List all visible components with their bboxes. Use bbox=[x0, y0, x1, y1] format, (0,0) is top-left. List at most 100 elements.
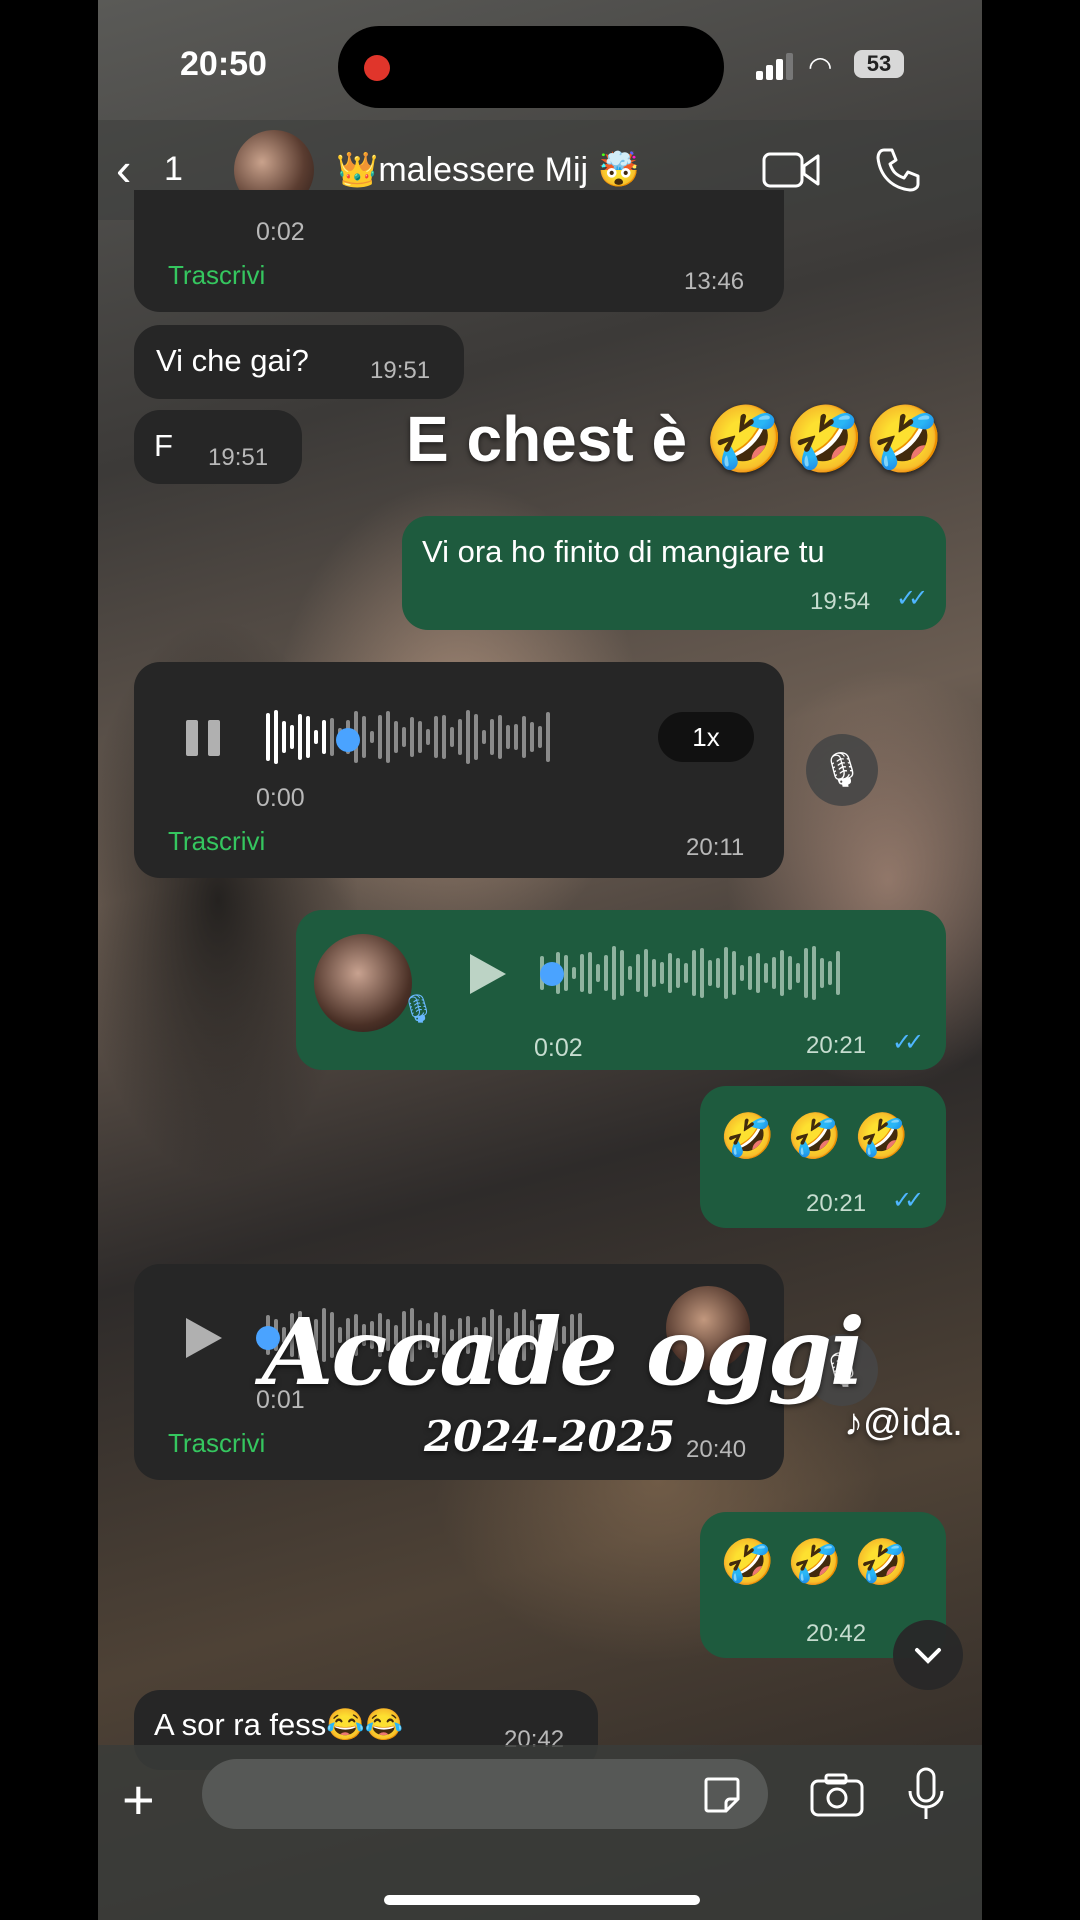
waveform-bar bbox=[530, 721, 534, 753]
waveform-bar bbox=[700, 947, 704, 999]
waveform-bar bbox=[314, 729, 318, 745]
waveform-bar bbox=[628, 966, 632, 980]
back-button[interactable]: ‹ bbox=[116, 142, 131, 196]
waveform-bar bbox=[668, 953, 672, 993]
watermark-handle: @ida. bbox=[863, 1402, 963, 1444]
waveform-bar bbox=[652, 958, 656, 988]
dynamic-island bbox=[338, 26, 724, 108]
message-time: 20:42 bbox=[806, 1620, 867, 1647]
sticker-icon[interactable] bbox=[702, 1775, 742, 1815]
attach-button[interactable]: + bbox=[122, 1767, 155, 1832]
waveform-bar bbox=[426, 729, 430, 745]
home-indicator[interactable] bbox=[384, 1895, 700, 1905]
voice-waveform[interactable] bbox=[540, 946, 844, 1002]
playback-position-handle[interactable] bbox=[336, 728, 360, 752]
recording-indicator-icon bbox=[364, 55, 390, 81]
waveform-bar bbox=[522, 716, 526, 758]
read-receipt-icon: ✓✓ bbox=[892, 1029, 924, 1056]
message-text: F bbox=[154, 428, 173, 463]
waveform-bar bbox=[812, 946, 816, 1000]
video-call-icon[interactable] bbox=[762, 150, 820, 190]
waveform-bar bbox=[290, 725, 294, 749]
mic-icon: 🎙 bbox=[400, 993, 436, 1024]
message-time: 20:21 bbox=[806, 1032, 867, 1059]
playback-position-handle[interactable] bbox=[540, 962, 564, 986]
message-input[interactable] bbox=[202, 1759, 768, 1829]
waveform-bar bbox=[330, 717, 334, 757]
waveform-bar bbox=[804, 948, 808, 998]
waveform-bar bbox=[498, 714, 502, 760]
waveform-bar bbox=[546, 712, 550, 762]
plus-icon: + bbox=[122, 1768, 155, 1831]
waveform-bar bbox=[410, 717, 414, 757]
waveform-bar bbox=[490, 718, 494, 756]
message-outgoing[interactable]: 🤣 🤣 🤣 20:21 ✓✓ bbox=[700, 1086, 946, 1228]
waveform-bar bbox=[370, 730, 374, 744]
message-text: 🤣 🤣 🤣 bbox=[720, 1112, 909, 1161]
tiktok-icon: ♪ bbox=[844, 1402, 863, 1444]
waveform-bar bbox=[514, 724, 518, 750]
pause-icon bbox=[186, 720, 198, 756]
mic-icon[interactable] bbox=[906, 1767, 946, 1823]
play-button[interactable] bbox=[186, 1318, 222, 1358]
waveform-bar bbox=[362, 716, 366, 758]
message-text: Vi ora ho finito di mangiare tu bbox=[422, 534, 825, 569]
message-voice-outgoing[interactable]: 🎙 0:02 20:21 ✓✓ bbox=[296, 910, 946, 1070]
message-voice-incoming[interactable]: 1x 0:00 Trascrivi 20:11 bbox=[134, 662, 784, 878]
camera-icon[interactable] bbox=[810, 1773, 864, 1817]
waveform-bar bbox=[732, 950, 736, 996]
message-time: 20:21 bbox=[806, 1190, 867, 1217]
waveform-bar bbox=[684, 963, 688, 983]
overlay-title: Accade oggi bbox=[262, 1298, 865, 1406]
waveform-bar bbox=[724, 946, 728, 1000]
message-incoming[interactable]: Vi che gai? 19:51 bbox=[134, 325, 464, 399]
transcribe-link[interactable]: Trascrivi bbox=[168, 826, 265, 857]
waveform-bar bbox=[716, 957, 720, 989]
message-time: 20:11 bbox=[686, 834, 745, 861]
phone-icon[interactable] bbox=[874, 146, 922, 194]
waveform-bar bbox=[306, 716, 310, 758]
waveform-bar bbox=[756, 953, 760, 993]
waveform-bar bbox=[386, 710, 390, 764]
unread-count[interactable]: 1 bbox=[164, 150, 183, 189]
message-incoming[interactable]: F 19:51 bbox=[134, 410, 302, 484]
pause-button[interactable] bbox=[186, 720, 222, 756]
chat-title[interactable]: 👑malessere Mij 🤯 bbox=[336, 150, 640, 190]
read-receipt-icon: ✓✓ bbox=[896, 585, 928, 612]
waveform-bar bbox=[764, 963, 768, 983]
voice-waveform[interactable] bbox=[266, 710, 554, 766]
waveform-bar bbox=[298, 713, 302, 761]
scroll-to-bottom-button[interactable] bbox=[893, 1620, 963, 1690]
play-button[interactable] bbox=[470, 954, 506, 994]
transcribe-link[interactable]: Trascrivi bbox=[168, 260, 265, 291]
waveform-bar bbox=[474, 714, 478, 760]
waveform-bar bbox=[442, 714, 446, 760]
waveform-bar bbox=[636, 953, 640, 993]
waveform-bar bbox=[506, 724, 510, 750]
waveform-bar bbox=[418, 720, 422, 754]
waveform-bar bbox=[394, 720, 398, 754]
waveform-bar bbox=[740, 965, 744, 981]
waveform-bar bbox=[274, 710, 278, 764]
waveform-bar bbox=[402, 727, 406, 747]
tiktok-watermark: ♪@ida. bbox=[844, 1402, 963, 1445]
waveform-bar bbox=[620, 950, 624, 996]
read-receipt-icon: ✓✓ bbox=[892, 1187, 924, 1214]
waveform-bar bbox=[466, 710, 470, 764]
waveform-bar bbox=[604, 955, 608, 991]
waveform-bar bbox=[378, 714, 382, 760]
waveform-bar bbox=[564, 955, 568, 991]
waveform-bar bbox=[796, 963, 800, 983]
message-outgoing[interactable]: Vi ora ho finito di mangiare tu 19:54 ✓✓ bbox=[402, 516, 946, 630]
playback-speed-button[interactable]: 1x bbox=[658, 712, 754, 762]
message-text: 🤣 🤣 🤣 bbox=[720, 1538, 909, 1587]
waveform-bar bbox=[772, 957, 776, 989]
waveform-bar bbox=[780, 949, 784, 997]
message-composer: + bbox=[98, 1745, 982, 1920]
message-time: 19:54 bbox=[810, 588, 871, 615]
transcribe-link[interactable]: Trascrivi bbox=[168, 1428, 265, 1459]
message-voice-incoming[interactable]: 0:02 Trascrivi 13:46 bbox=[134, 190, 784, 312]
waveform-bar bbox=[282, 720, 286, 754]
sender-avatar bbox=[314, 934, 412, 1032]
video-caption: E chest è 🤣🤣🤣 bbox=[406, 403, 944, 475]
